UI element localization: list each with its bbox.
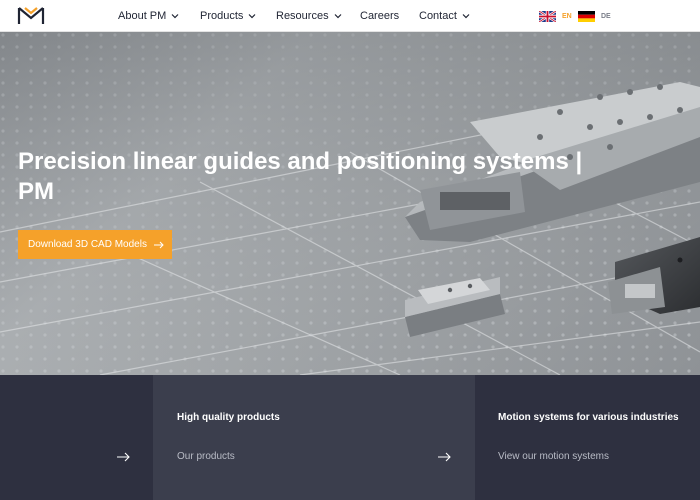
arrow-right-icon[interactable] xyxy=(117,452,130,462)
language-code: EN xyxy=(562,13,572,20)
pm-logo-icon[interactable] xyxy=(17,5,45,26)
arrow-right-icon[interactable] xyxy=(438,452,451,462)
chevron-down-icon xyxy=(171,14,179,19)
nav-products[interactable]: Products xyxy=(200,10,256,22)
nav-resources[interactable]: Resources xyxy=(276,10,342,22)
cta-label: Download 3D CAD Models xyxy=(28,239,147,250)
chevron-down-icon xyxy=(334,14,342,19)
panel-title: High quality products xyxy=(177,412,280,423)
nav-about-pm[interactable]: About PM xyxy=(118,10,179,22)
germany-flag-icon xyxy=(578,11,595,22)
chevron-down-icon xyxy=(248,14,256,19)
hero-title: Precision linear guides and positioning … xyxy=(18,148,583,205)
language-en[interactable]: EN xyxy=(539,11,572,22)
our-products-link[interactable]: Our products xyxy=(177,451,235,462)
feature-panel-motion-systems: Motion systems for various industries Vi… xyxy=(475,375,700,500)
nav-label: About PM xyxy=(118,10,167,22)
download-cad-button[interactable]: Download 3D CAD Models xyxy=(18,230,172,259)
site-header: About PM Products Resources Careers Cont… xyxy=(0,0,700,32)
arrow-right-icon xyxy=(153,241,164,248)
panel-title: Motion systems for various industries xyxy=(498,412,679,423)
nav-label: Careers xyxy=(360,10,400,22)
view-motion-systems-link[interactable]: View our motion systems xyxy=(498,451,609,462)
uk-flag-icon xyxy=(539,11,556,22)
feature-panel-products: High quality products Our products xyxy=(153,375,475,500)
feature-panel-intro xyxy=(0,375,153,500)
nav-label: Resources xyxy=(276,10,329,22)
nav-contact[interactable]: Contact xyxy=(419,10,470,22)
language-code: DE xyxy=(601,13,611,20)
language-de[interactable]: DE xyxy=(578,11,611,22)
nav-label: Contact xyxy=(419,10,457,22)
nav-label: Products xyxy=(200,10,244,22)
nav-careers[interactable]: Careers xyxy=(360,10,399,22)
chevron-down-icon xyxy=(462,14,470,19)
hero-banner: Precision linear guides and positioning … xyxy=(0,32,700,375)
